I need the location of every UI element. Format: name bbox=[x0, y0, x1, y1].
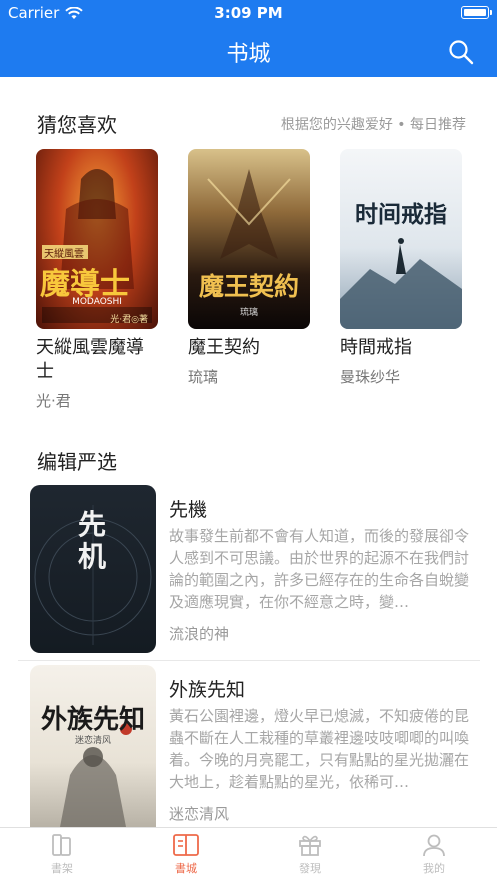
tab-label: 書城 bbox=[175, 862, 197, 875]
bookshelf-icon bbox=[52, 834, 71, 856]
section-hint: 根据您的兴趣爱好 • 每日推荐 bbox=[280, 117, 466, 133]
book-card[interactable]: 天縱風雲 魔導士 MODAOSHI 光·君◎著 天縱風雲魔導士 光·君 bbox=[36, 149, 158, 411]
book-cover[interactable]: 时间戒指 bbox=[340, 149, 462, 329]
book-cover[interactable]: 天縱風雲 魔導士 MODAOSHI 光·君◎著 bbox=[36, 149, 158, 329]
cover-art bbox=[60, 723, 132, 827]
tab-bookshelf[interactable]: 書架 bbox=[32, 832, 92, 876]
book-cover[interactable]: 先机 bbox=[30, 485, 156, 653]
cover-title: 魔王契約 bbox=[198, 272, 299, 301]
tab-label: 發現 bbox=[299, 862, 321, 875]
tab-bar: 書架 書城 發現 我的 bbox=[0, 827, 497, 883]
book-description: 黃石公園裡邊，燈火早已熄滅，不知疲倦的昆蟲不斷在人工栽種的草叢裡邊吱吱唧唧的叫喚… bbox=[169, 707, 470, 791]
cover-title: 先机 bbox=[78, 508, 107, 573]
book-author: 迷恋清风 bbox=[169, 805, 230, 823]
tab-label: 書架 bbox=[51, 862, 73, 875]
book-author: 光·君 bbox=[36, 392, 71, 410]
book-author: 流浪的神 bbox=[169, 625, 230, 643]
book-card[interactable]: 魔王契約 琉璃 魔王契約 琉璃 bbox=[188, 149, 310, 387]
book-title[interactable]: 時間戒指 bbox=[340, 336, 462, 360]
cover-author: 琉璃 bbox=[239, 308, 258, 318]
page-title: 书城 bbox=[226, 42, 271, 67]
gift-icon bbox=[299, 835, 321, 856]
tab-discover[interactable]: 發現 bbox=[280, 832, 340, 876]
battery-icon bbox=[461, 6, 492, 19]
status-bar: Carrier 3:09 PM bbox=[0, 0, 497, 24]
section-title-guess: 猜您喜欢 bbox=[37, 113, 117, 137]
tab-bookstore[interactable]: 書城 bbox=[156, 832, 216, 876]
cover-subtitle: 迷恋清风 bbox=[74, 736, 111, 746]
book-author: 曼珠纱华 bbox=[340, 368, 401, 386]
book-cover[interactable]: 外族先知 迷恋清风 bbox=[30, 665, 156, 827]
section-title-editor: 编辑严选 bbox=[37, 450, 117, 474]
list-item[interactable]: 先机 先機 故事發生前都不會有人知道，而後的發展卻令人感到不可思議。由於世界的起… bbox=[30, 485, 480, 655]
book-author: 琉璃 bbox=[188, 368, 219, 386]
cover-art bbox=[340, 238, 462, 329]
book-description: 故事發生前都不會有人知道，而後的發展卻令人感到不可思議。由於世界的起源不在我們討… bbox=[169, 527, 470, 611]
book-title[interactable]: 魔王契約 bbox=[188, 336, 310, 360]
tab-mine[interactable]: 我的 bbox=[404, 832, 464, 876]
book-title[interactable]: 外族先知 bbox=[169, 675, 245, 702]
cover-tag: MODAOSHI bbox=[72, 297, 122, 307]
person-icon bbox=[423, 834, 445, 857]
book-title[interactable]: 天縱風雲魔導士 bbox=[36, 336, 158, 384]
divider bbox=[18, 660, 480, 661]
cover-author: 光·君◎著 bbox=[110, 315, 148, 325]
book-title[interactable]: 先機 bbox=[169, 495, 207, 522]
book-card[interactable]: 时间戒指 時間戒指 曼珠纱华 bbox=[340, 149, 462, 387]
cover-title: 时间戒指 bbox=[355, 201, 447, 228]
search-icon[interactable] bbox=[447, 38, 475, 66]
open-book-icon bbox=[173, 834, 199, 856]
cover-subtitle: 天縱風雲 bbox=[44, 249, 84, 260]
list-item[interactable]: 外族先知 迷恋清风 外族先知 黃石公園裡邊，燈火早已熄滅，不知疲倦的昆蟲不斷在人… bbox=[30, 665, 480, 827]
status-time: 3:09 PM bbox=[214, 4, 283, 22]
app-header: Carrier 3:09 PM 书城 bbox=[0, 0, 497, 77]
book-cover[interactable]: 魔王契約 琉璃 bbox=[188, 149, 310, 329]
tab-label: 我的 bbox=[423, 862, 445, 875]
cover-title: 外族先知 bbox=[40, 705, 145, 735]
